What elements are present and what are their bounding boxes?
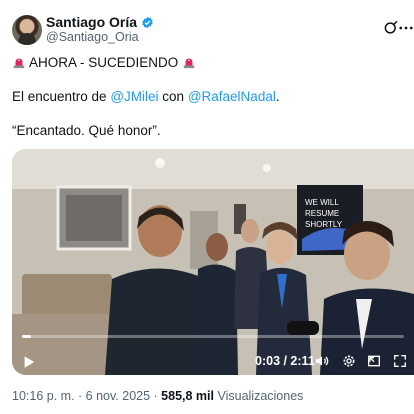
verified-badge-icon [142,16,153,28]
view-count-label: Visualizaciones [214,389,304,403]
tweet-time[interactable]: 10:16 p. m. [12,389,75,403]
fullscreen-icon[interactable] [392,353,408,369]
mention-jmilei[interactable]: @JMilei [110,89,158,104]
screen-text: WE WILL [305,198,339,207]
tweet-text-headline: AHORA - SUCEDIENDO [12,55,196,70]
author-name[interactable]: Santiago Oría [46,14,137,30]
mention-rafaelnadal[interactable]: @RafaelNadal [188,89,276,104]
siren-icon [13,58,25,69]
tweet-meta: 10:16 p. m. · 6 nov. 2025 · 585,8 mil Vi… [12,389,303,403]
body-text: . [275,89,280,104]
body-text: El encuentro de [12,89,111,104]
tweet-text-quote: “Encantado. Qué honor”. [12,123,161,138]
screen-text: SHORTLY [305,220,343,229]
meta-separator: · [150,389,162,403]
body-text: con [158,89,188,104]
tweet-text-body: El encuentro de @JMilei con @RafaelNadal… [12,89,280,104]
siren-icon [183,58,195,69]
volume-icon[interactable] [314,353,330,369]
previous-tweet-fragment: · · · [0,0,414,6]
video-controls: 0:03 / 2:11 [12,349,414,375]
video-time: 0:03 / 2:11 [255,354,315,368]
author-handle[interactable]: @Santiago_Oria [46,30,139,44]
video-progress-bar[interactable] [22,335,404,338]
headline-text: AHORA - SUCEDIENDO [29,55,179,70]
more-icon[interactable] [397,19,414,37]
tweet-date[interactable]: 6 nov. 2025 [86,389,150,403]
picture-in-picture-icon[interactable] [366,353,382,369]
play-icon[interactable] [22,355,36,369]
settings-icon[interactable] [341,353,357,369]
video-progress-fill [22,335,31,338]
video-frame: WE WILL RESUME SHORTLY [12,149,414,375]
meta-separator: · [74,389,86,403]
avatar[interactable] [12,15,42,45]
author-name-row: Santiago Oría [46,14,154,30]
tweet-header: Santiago Oría @Santiago_Oria [12,13,413,47]
view-count: 585,8 mil [161,389,214,403]
screen-text: RESUME [305,209,339,218]
video-player[interactable]: WE WILL RESUME SHORTLY 0:03 / 2:11 [12,149,414,375]
